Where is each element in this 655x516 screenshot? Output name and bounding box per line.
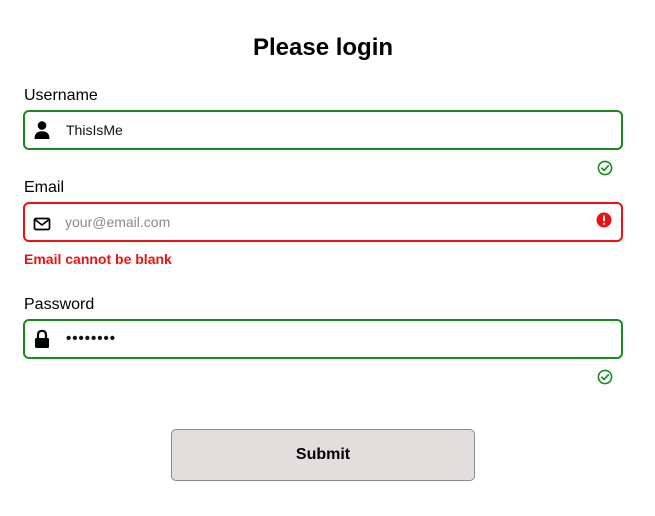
email-field[interactable] — [23, 202, 623, 242]
check-circle-icon — [597, 160, 613, 176]
page-title: Please login — [252, 34, 394, 61]
password-label: Password — [24, 296, 95, 313]
password-field[interactable]: •••••••• — [23, 319, 623, 359]
submit-button[interactable]: Submit — [171, 429, 475, 481]
envelope-icon — [33, 217, 51, 231]
lock-icon — [35, 329, 49, 348]
password-value: •••••••• — [66, 330, 117, 347]
email-error-message: Email cannot be blank — [24, 251, 172, 267]
username-value: ThisIsMe — [66, 122, 123, 138]
check-circle-icon — [597, 369, 613, 385]
exclamation-circle-icon — [596, 212, 612, 228]
username-field[interactable]: ThisIsMe — [23, 110, 623, 150]
email-label: Email — [24, 179, 65, 196]
user-icon — [34, 121, 50, 139]
email-input[interactable] — [65, 204, 585, 240]
username-label: Username — [24, 87, 98, 104]
